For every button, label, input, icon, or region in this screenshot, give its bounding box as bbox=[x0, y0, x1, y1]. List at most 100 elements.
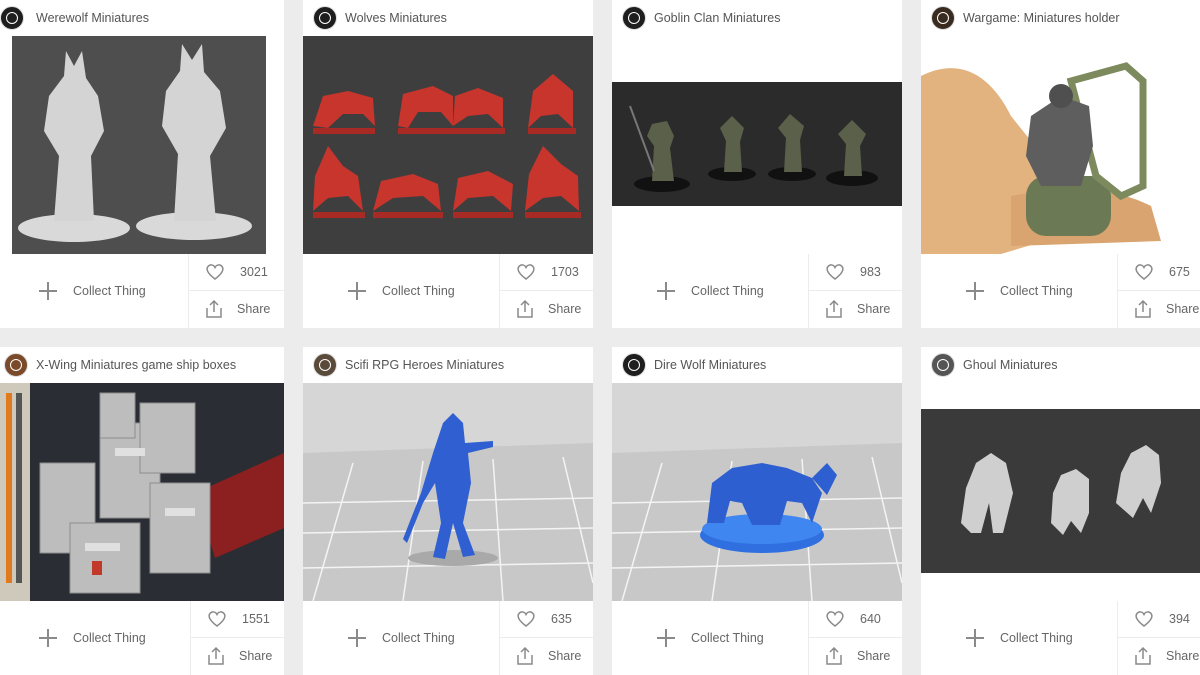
collect-thing-button[interactable]: Collect Thing bbox=[612, 601, 800, 675]
like-button[interactable]: 3021 bbox=[189, 254, 284, 291]
collect-thing-button[interactable]: Collect Thing bbox=[0, 601, 188, 675]
thing-card[interactable]: Dire Wolf Miniatures Collect Thing 640 S… bbox=[612, 347, 902, 675]
heart-icon bbox=[1135, 611, 1153, 627]
thing-thumbnail[interactable] bbox=[921, 383, 1200, 601]
like-count: 675 bbox=[1169, 265, 1190, 279]
creator-avatar[interactable] bbox=[622, 353, 646, 377]
thing-title[interactable]: Goblin Clan Miniatures bbox=[654, 11, 780, 25]
collect-thing-button[interactable]: Collect Thing bbox=[303, 601, 491, 675]
thing-title[interactable]: X-Wing Miniatures game ship boxes bbox=[36, 358, 236, 372]
share-button[interactable]: Share bbox=[809, 291, 902, 328]
heart-icon bbox=[208, 611, 226, 627]
card-footer: Collect Thing 640 Share bbox=[612, 601, 902, 675]
card-footer: Collect Thing 394 Share bbox=[921, 601, 1200, 675]
share-label: Share bbox=[239, 649, 273, 663]
card-header: Wargame: Miniatures holder bbox=[921, 0, 1200, 36]
creator-avatar[interactable] bbox=[313, 6, 337, 30]
thing-thumbnail[interactable] bbox=[0, 383, 284, 601]
thing-card[interactable]: Werewolf Miniatures Collect Thing 3021 S… bbox=[0, 0, 284, 328]
thing-thumbnail[interactable] bbox=[612, 383, 902, 601]
share-button[interactable]: Share bbox=[1118, 291, 1200, 328]
thing-title[interactable]: Ghoul Miniatures bbox=[963, 358, 1058, 372]
creator-avatar[interactable] bbox=[4, 353, 28, 377]
collect-label: Collect Thing bbox=[382, 631, 455, 645]
like-count: 1703 bbox=[551, 265, 579, 279]
thing-card[interactable]: Ghoul Miniatures Collect Thing 394 Share bbox=[921, 347, 1200, 675]
share-icon bbox=[206, 299, 222, 318]
creator-avatar[interactable] bbox=[931, 353, 955, 377]
thing-thumbnail[interactable] bbox=[612, 36, 902, 254]
share-label: Share bbox=[857, 649, 891, 663]
thing-card[interactable]: Wolves Miniatures Collect Thing 1703 Sha… bbox=[303, 0, 593, 328]
share-button[interactable]: Share bbox=[1118, 638, 1200, 675]
share-icon bbox=[208, 646, 224, 665]
collect-label: Collect Thing bbox=[73, 631, 146, 645]
share-label: Share bbox=[1166, 649, 1200, 663]
card-actions: 394 Share bbox=[1117, 601, 1200, 675]
share-icon bbox=[826, 299, 842, 318]
collect-thing-button[interactable]: Collect Thing bbox=[921, 254, 1109, 328]
card-header: Dire Wolf Miniatures bbox=[612, 347, 902, 383]
thing-title[interactable]: Wargame: Miniatures holder bbox=[963, 11, 1120, 25]
plus-icon bbox=[347, 628, 367, 648]
collect-thing-button[interactable]: Collect Thing bbox=[612, 254, 800, 328]
card-actions: 635 Share bbox=[499, 601, 593, 675]
share-label: Share bbox=[548, 302, 582, 316]
like-button[interactable]: 675 bbox=[1118, 254, 1200, 291]
collect-label: Collect Thing bbox=[691, 284, 764, 298]
share-button[interactable]: Share bbox=[500, 291, 593, 328]
card-header: Werewolf Miniatures bbox=[0, 0, 284, 36]
plus-icon bbox=[38, 281, 58, 301]
creator-avatar[interactable] bbox=[0, 6, 24, 30]
collect-label: Collect Thing bbox=[691, 631, 764, 645]
share-icon bbox=[517, 299, 533, 318]
heart-icon bbox=[826, 264, 844, 280]
plus-icon bbox=[965, 281, 985, 301]
share-button[interactable]: Share bbox=[809, 638, 902, 675]
share-button[interactable]: Share bbox=[191, 638, 284, 675]
creator-avatar[interactable] bbox=[931, 6, 955, 30]
thing-title[interactable]: Werewolf Miniatures bbox=[36, 11, 149, 25]
like-button[interactable]: 394 bbox=[1118, 601, 1200, 638]
like-button[interactable]: 1703 bbox=[500, 254, 593, 291]
creator-avatar[interactable] bbox=[313, 353, 337, 377]
share-label: Share bbox=[237, 302, 271, 316]
card-footer: Collect Thing 1551 Share bbox=[0, 601, 284, 675]
heart-icon bbox=[517, 264, 535, 280]
card-actions: 3021 Share bbox=[188, 254, 284, 328]
collect-thing-button[interactable]: Collect Thing bbox=[921, 601, 1109, 675]
like-count: 1551 bbox=[242, 612, 270, 626]
like-button[interactable]: 640 bbox=[809, 601, 902, 638]
thing-card[interactable]: X-Wing Miniatures game ship boxes Collec… bbox=[0, 347, 284, 675]
thing-title[interactable]: Scifi RPG Heroes Miniatures bbox=[345, 358, 504, 372]
collect-label: Collect Thing bbox=[382, 284, 455, 298]
thing-title[interactable]: Dire Wolf Miniatures bbox=[654, 358, 766, 372]
thing-card[interactable]: Wargame: Miniatures holder Collect Thing… bbox=[921, 0, 1200, 328]
like-button[interactable]: 635 bbox=[500, 601, 593, 638]
share-button[interactable]: Share bbox=[189, 291, 284, 328]
share-label: Share bbox=[857, 302, 891, 316]
plus-icon bbox=[347, 281, 367, 301]
share-button[interactable]: Share bbox=[500, 638, 593, 675]
card-footer: Collect Thing 983 Share bbox=[612, 254, 902, 328]
card-actions: 983 Share bbox=[808, 254, 902, 328]
collect-thing-button[interactable]: Collect Thing bbox=[0, 254, 182, 328]
creator-avatar[interactable] bbox=[622, 6, 646, 30]
thing-thumbnail[interactable] bbox=[921, 36, 1200, 254]
share-icon bbox=[1135, 646, 1151, 665]
thing-thumbnail[interactable] bbox=[303, 383, 593, 601]
thing-thumbnail[interactable] bbox=[303, 36, 593, 254]
thing-title[interactable]: Wolves Miniatures bbox=[345, 11, 447, 25]
like-count: 3021 bbox=[240, 265, 268, 279]
card-footer: Collect Thing 1703 Share bbox=[303, 254, 593, 328]
like-button[interactable]: 1551 bbox=[191, 601, 284, 638]
like-button[interactable]: 983 bbox=[809, 254, 902, 291]
thing-thumbnail[interactable] bbox=[0, 36, 284, 254]
share-icon bbox=[826, 646, 842, 665]
thing-card[interactable]: Scifi RPG Heroes Miniatures Collect Thin… bbox=[303, 347, 593, 675]
card-actions: 1703 Share bbox=[499, 254, 593, 328]
thing-card[interactable]: Goblin Clan Miniatures Collect Thing 983… bbox=[612, 0, 902, 328]
like-count: 394 bbox=[1169, 612, 1190, 626]
collect-thing-button[interactable]: Collect Thing bbox=[303, 254, 491, 328]
card-footer: Collect Thing 675 Share bbox=[921, 254, 1200, 328]
